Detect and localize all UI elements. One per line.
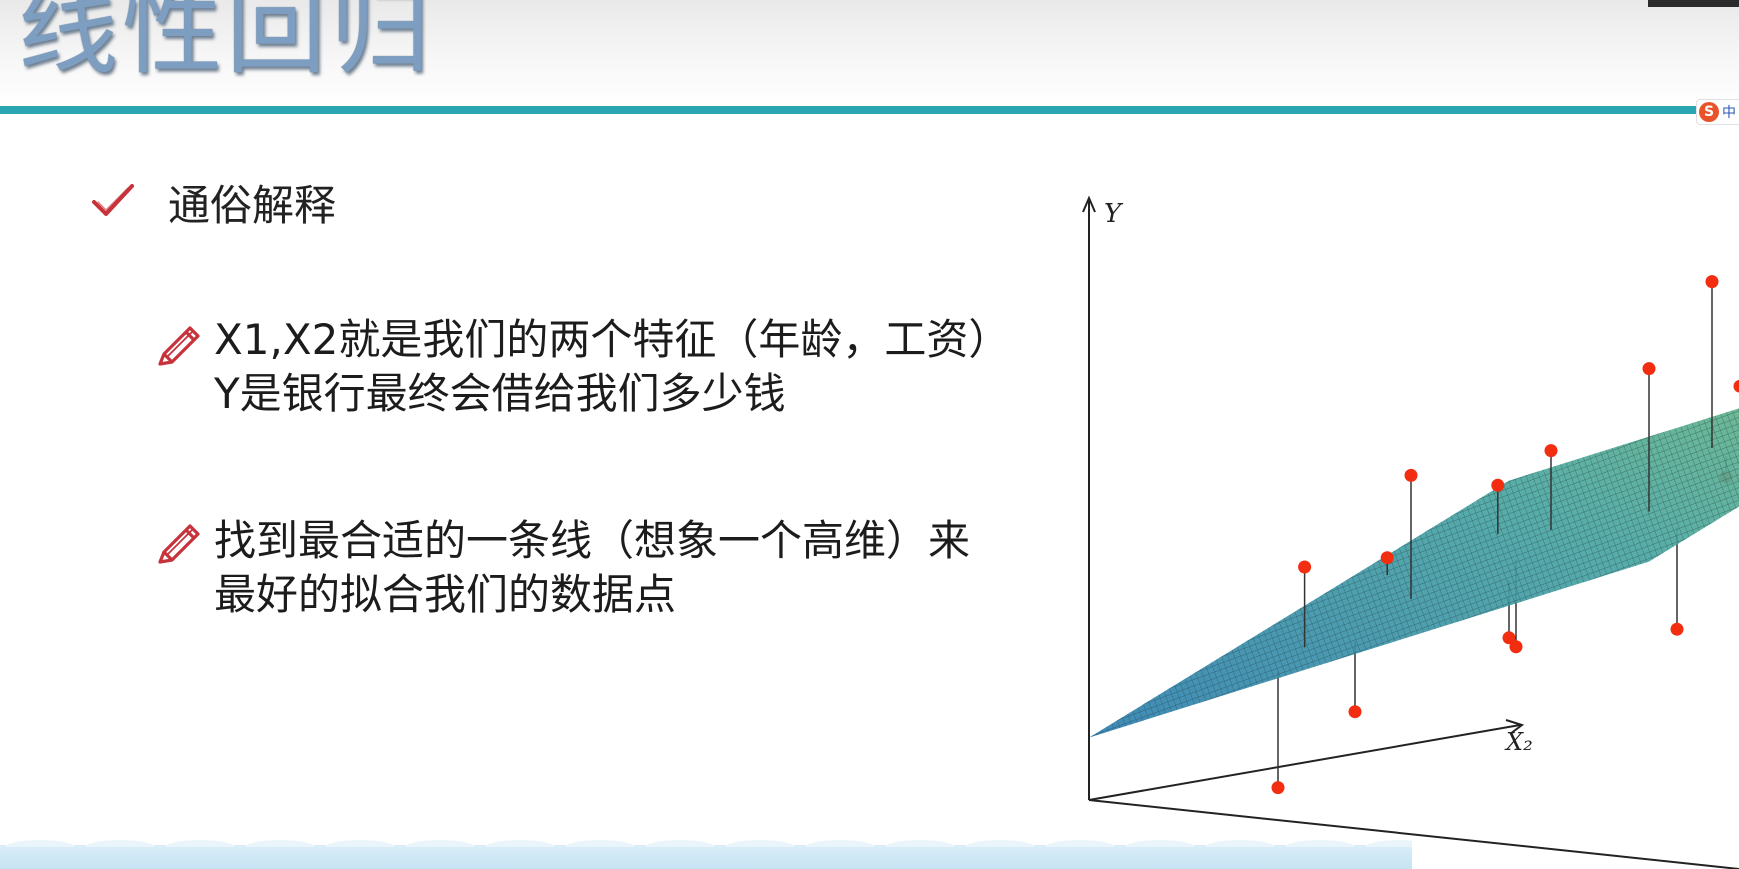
regression-plane-mesh xyxy=(1089,408,1739,738)
window-corner-tab xyxy=(1648,0,1739,7)
sogou-logo-icon: S xyxy=(1699,102,1719,122)
data-point xyxy=(1271,781,1285,795)
title-rule xyxy=(0,106,1739,114)
data-point xyxy=(1404,468,1418,482)
check-icon xyxy=(92,184,134,216)
section-heading: 通俗解释 xyxy=(168,181,337,230)
pencil-icon xyxy=(158,524,200,564)
ime-toolbar[interactable]: S 中 xyxy=(1696,99,1739,125)
data-point xyxy=(1491,478,1505,492)
regression-plane-chart: Y X₂ xyxy=(1082,195,1739,869)
data-point xyxy=(1298,560,1312,574)
bullet-line: X1,X2就是我们的两个特征（年龄，工资） xyxy=(214,315,1011,364)
data-point xyxy=(1348,705,1362,719)
x2-axis xyxy=(1088,724,1521,801)
data-point xyxy=(1509,640,1523,654)
bullet-features: X1,X2就是我们的两个特征（年龄，工资） Y是银行最终会借给我们多少钱 xyxy=(214,313,1010,421)
data-point xyxy=(1670,622,1684,636)
ime-mode-label: 中 xyxy=(1722,105,1736,121)
bullet-line: Y是银行最终会借给我们多少钱 xyxy=(214,369,786,418)
bullet-line: 最好的拟合我们的数据点 xyxy=(214,570,677,619)
pencil-icon xyxy=(158,326,200,366)
data-point xyxy=(1705,275,1719,289)
data-point xyxy=(1380,551,1394,565)
data-point xyxy=(1544,444,1558,458)
bullet-line: 找到最合适的一条线（想象一个高维）来 xyxy=(214,516,971,565)
footer-wave-band xyxy=(0,839,1412,869)
data-point xyxy=(1733,379,1739,393)
x2-axis-label: X₂ xyxy=(1504,728,1533,756)
data-point xyxy=(1642,362,1656,376)
y-axis-label: Y xyxy=(1104,199,1124,229)
bullet-fit: 找到最合适的一条线（想象一个高维）来 最好的拟合我们的数据点 xyxy=(214,514,970,622)
slide-title: 线性回归 xyxy=(18,0,434,88)
plot-layer xyxy=(1089,275,1739,795)
